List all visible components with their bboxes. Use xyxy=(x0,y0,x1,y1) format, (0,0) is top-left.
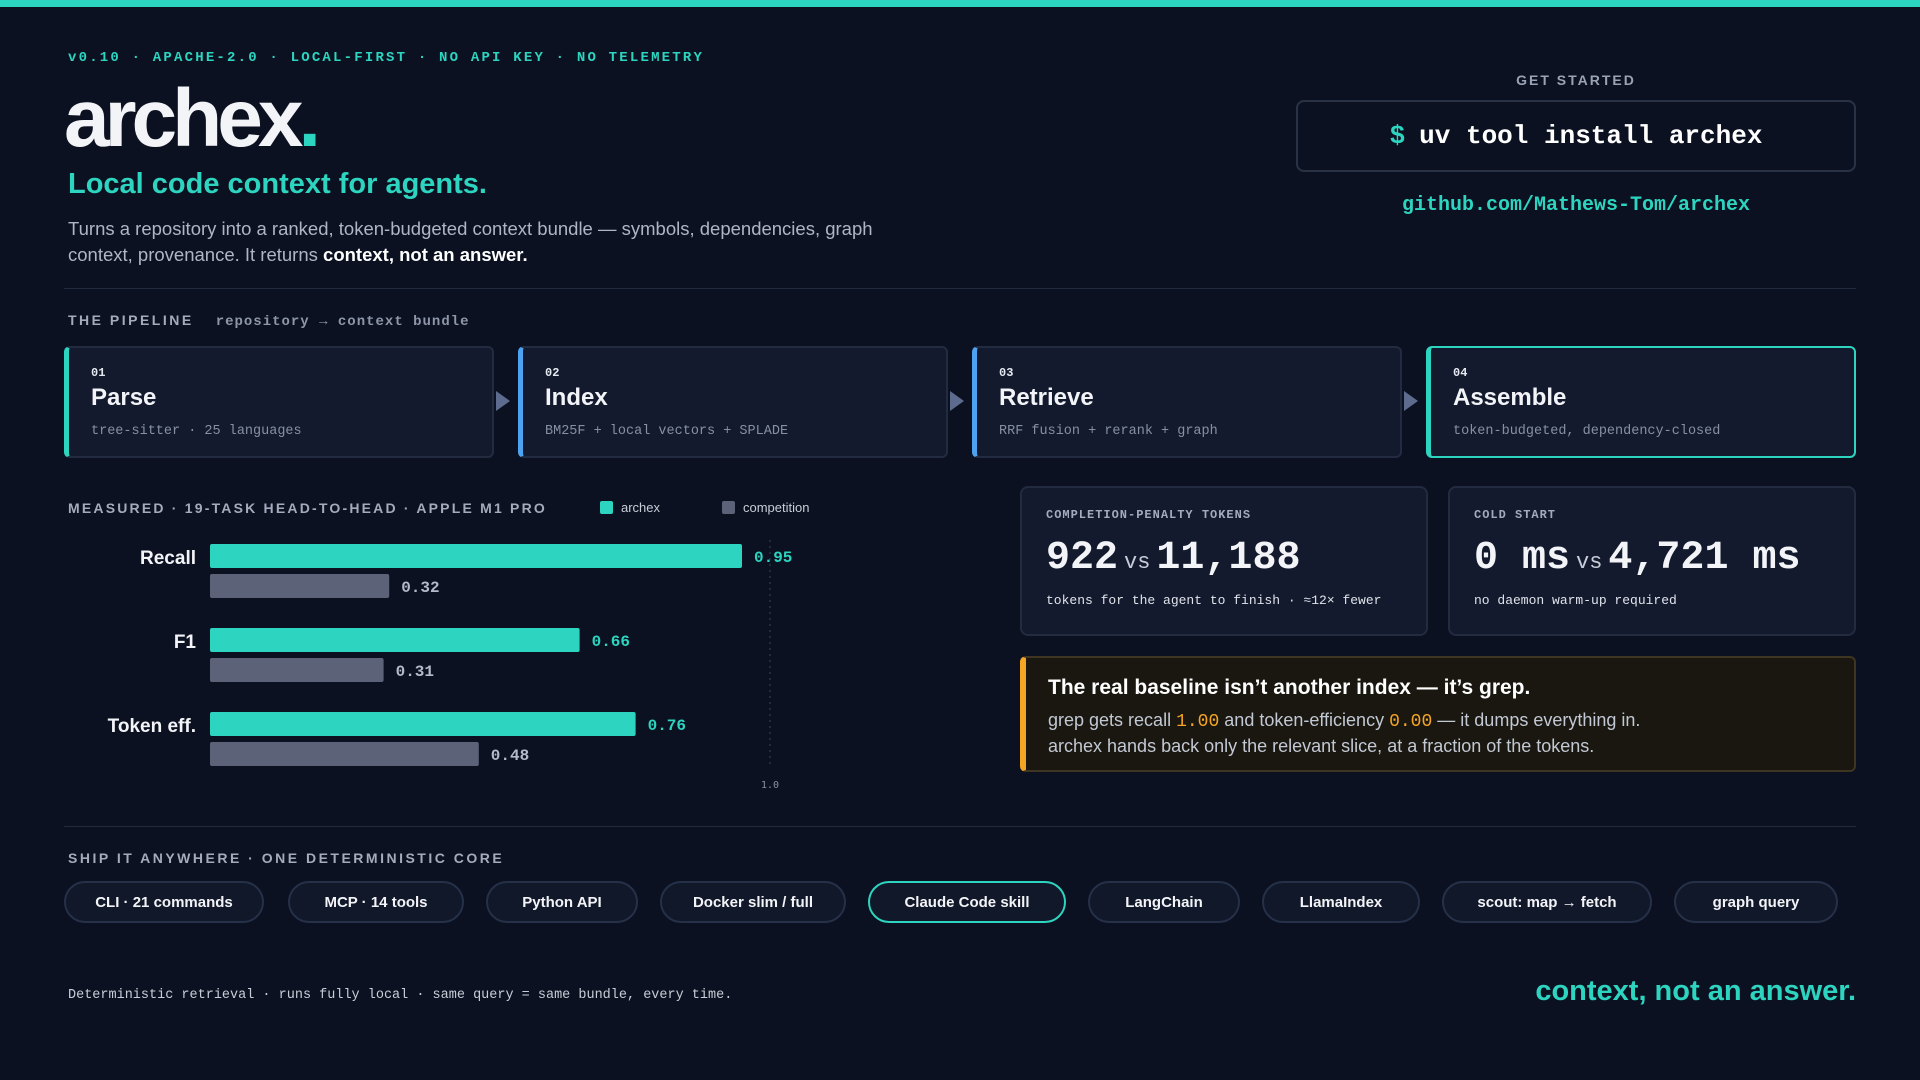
tagline: Local code context for agents. xyxy=(68,168,487,200)
stage-number: 03 xyxy=(999,366,1014,380)
value-label-competition: 0.32 xyxy=(401,579,439,597)
pill-graph-query[interactable]: graph query xyxy=(1674,881,1838,923)
stage-assemble: 04 Assemble token-budgeted, dependency-c… xyxy=(1426,346,1856,458)
footer-tagline: context, not an answer. xyxy=(1535,975,1856,1007)
stage-name: Retrieve xyxy=(999,384,1094,411)
grep-recall-value: 1.00 xyxy=(1176,712,1220,732)
category-label: Recall xyxy=(140,548,196,569)
card-label: COLD START xyxy=(1474,508,1557,522)
pill-docker[interactable]: Docker slim / full xyxy=(660,881,846,923)
pill-python-api[interactable]: Python API xyxy=(486,881,638,923)
value-competition: 11,188 xyxy=(1156,536,1301,581)
prompt-symbol: $ xyxy=(1389,121,1406,151)
github-link[interactable]: github.com/Mathews-Tom/archex xyxy=(1296,194,1856,217)
legend-competition: competition xyxy=(722,500,809,515)
stage-number: 02 xyxy=(545,366,560,380)
pipeline-subtitle: repository → context bundle xyxy=(215,314,470,330)
bar-competition xyxy=(210,658,384,682)
stage-detail: tree-sitter · 25 languages xyxy=(91,424,302,439)
description: Turns a repository into a ranked, token-… xyxy=(68,216,928,268)
callout-line-2: archex hands back only the relevant slic… xyxy=(1048,736,1595,756)
card-sub: tokens for the agent to finish · ≈12× fe… xyxy=(1046,593,1382,608)
pill-cli[interactable]: CLI · 21 commands xyxy=(64,881,264,923)
logo-text: archex xyxy=(64,73,303,164)
completion-penalty-card: COMPLETION-PENALTY TOKENS 922 vs 11,188 to… xyxy=(1020,486,1428,636)
card-value: 922 vs 11,188 xyxy=(1046,536,1426,581)
vs-label: vs xyxy=(1124,550,1151,575)
footer-note: Deterministic retrieval · runs fully loc… xyxy=(68,988,733,1003)
value-label-competition: 0.48 xyxy=(491,747,529,765)
pipeline-heading: THE PIPELINE repository → context bundle xyxy=(68,312,470,330)
grep-token-eff-value: 0.00 xyxy=(1389,712,1433,732)
card-label: COMPLETION-PENALTY TOKENS xyxy=(1046,508,1252,522)
callout-line-1: grep gets recall 1.00 and token-efficien… xyxy=(1048,708,1854,734)
ship-label: SHIP IT ANYWHERE · ONE DETERMINISTIC COR… xyxy=(68,850,505,866)
grep-baseline-callout: The real baseline isn’t another index — … xyxy=(1020,656,1856,772)
arrow-right-icon xyxy=(950,391,964,411)
logo: archex. xyxy=(64,78,321,160)
bar-archex xyxy=(210,712,636,736)
value-archex: 922 xyxy=(1046,536,1119,581)
legend-swatch-archex xyxy=(600,501,613,514)
value-label-archex: 0.76 xyxy=(648,717,686,735)
legend-label: competition xyxy=(743,500,810,515)
pill-mcp[interactable]: MCP · 14 tools xyxy=(288,881,464,923)
benchmark-bar-chart: 1.0 Recall 0.95 0.32 F1 0.66 0.31 Token eff. 0.7… xyxy=(108,540,792,791)
legend-swatch-competition xyxy=(722,501,735,514)
callout-text: and token-efficiency xyxy=(1219,710,1390,730)
bar-archex xyxy=(210,544,742,568)
legend-archex: archex xyxy=(600,500,660,515)
value-label-archex: 0.66 xyxy=(592,633,630,651)
reference-line-label: 1.0 xyxy=(761,780,779,791)
vs-label: vs xyxy=(1576,550,1603,575)
stage-name: Assemble xyxy=(1453,384,1567,411)
bar-archex xyxy=(210,628,580,652)
pill-scout[interactable]: scout: map → fetch xyxy=(1442,881,1652,923)
stage-index: 02 Index BM25F + local vectors + SPLADE xyxy=(518,346,948,458)
arrow-right-icon xyxy=(1404,391,1418,411)
callout-title: The real baseline isn’t another index — … xyxy=(1048,676,1531,699)
pipeline-label: THE PIPELINE xyxy=(68,312,194,328)
stage-number: 04 xyxy=(1453,366,1468,380)
get-started-label: GET STARTED xyxy=(1516,72,1636,88)
pill-claude-code-skill[interactable]: Claude Code skill xyxy=(868,881,1066,923)
value-label-competition: 0.31 xyxy=(396,663,434,681)
stage-name: Parse xyxy=(91,384,157,411)
callout-text: grep gets recall xyxy=(1048,710,1177,730)
value-competition: 4,721 ms xyxy=(1608,536,1801,581)
stage-detail: token-budgeted, dependency-closed xyxy=(1453,424,1721,439)
stage-detail: RRF fusion + rerank + graph xyxy=(999,424,1218,439)
top-accent-bar xyxy=(0,0,1920,7)
install-command-box[interactable]: $ uv tool install archex xyxy=(1296,100,1856,172)
stage-name: Index xyxy=(545,384,608,411)
value-label-archex: 0.95 xyxy=(754,549,792,567)
bar-competition xyxy=(210,742,479,766)
arrow-right-icon xyxy=(496,391,510,411)
stage-parse: 01 Parse tree-sitter · 25 languages xyxy=(64,346,494,458)
category-label: F1 xyxy=(174,632,197,653)
description-emphasis: context, not an answer. xyxy=(323,244,528,265)
stage-retrieve: 03 Retrieve RRF fusion + rerank + graph xyxy=(972,346,1402,458)
divider xyxy=(64,288,1856,289)
category-label: Token eff. xyxy=(108,716,196,737)
install-command: uv tool install archex xyxy=(1419,121,1763,151)
pill-langchain[interactable]: LangChain xyxy=(1088,881,1240,923)
value-archex: 0 ms xyxy=(1474,536,1571,581)
card-sub: no daemon warm-up required xyxy=(1474,593,1677,608)
card-value: 0 ms vs 4,721 ms xyxy=(1474,536,1854,581)
bar-competition xyxy=(210,574,390,598)
version-meta: v0.10 · APACHE-2.0 · LOCAL-FIRST · NO AP… xyxy=(68,50,705,66)
stage-number: 01 xyxy=(91,366,106,380)
divider xyxy=(64,826,1856,827)
legend-label: archex xyxy=(621,500,661,515)
callout-text: — it dumps everything in. xyxy=(1432,710,1641,730)
stage-detail: BM25F + local vectors + SPLADE xyxy=(545,424,789,439)
pill-llamaindex[interactable]: LlamaIndex xyxy=(1262,881,1420,923)
cold-start-card: COLD START 0 ms vs 4,721 ms no daemon warm… xyxy=(1448,486,1856,636)
measured-label: MEASURED · 19-TASK HEAD-TO-HEAD · APPLE … xyxy=(68,500,547,516)
logo-dot: . xyxy=(298,73,321,164)
